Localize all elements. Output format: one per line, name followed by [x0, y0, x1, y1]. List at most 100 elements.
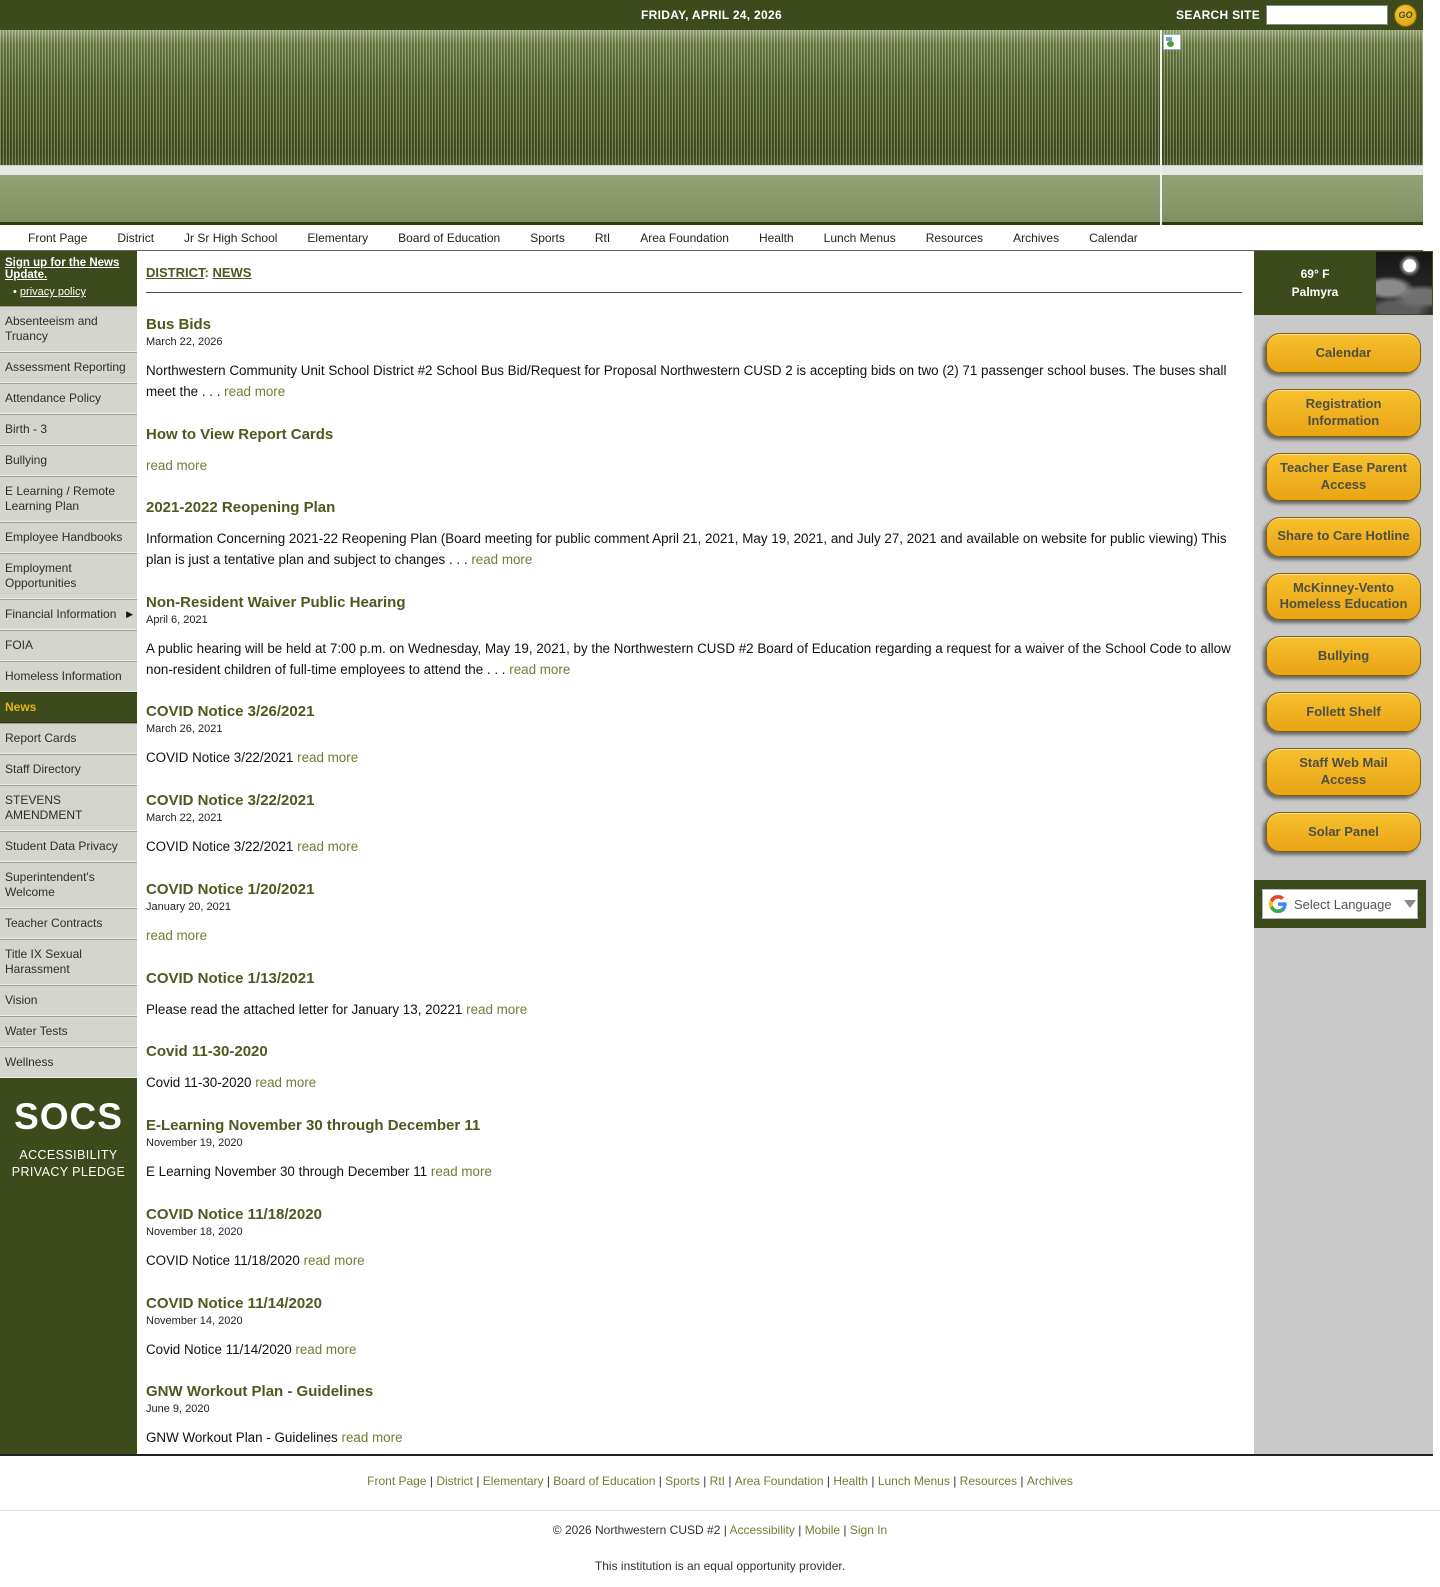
read-more-link[interactable]: read more [297, 839, 358, 854]
search-go-button[interactable]: GO [1394, 3, 1417, 27]
footer-nav-link[interactable]: RtI [710, 1474, 735, 1488]
sidebar-menu-item[interactable]: Staff Directory [0, 754, 137, 785]
nav-item[interactable]: District [117, 231, 154, 245]
read-more-link[interactable]: read more [431, 1164, 492, 1179]
nav-item[interactable]: Jr Sr High School [184, 231, 277, 245]
quick-link-button[interactable]: Solar Panel [1266, 812, 1421, 853]
nav-item[interactable]: Front Page [28, 231, 87, 245]
footer-nav-link[interactable]: Elementary [483, 1474, 554, 1488]
article-body: E Learning November 30 through December … [146, 1162, 1242, 1183]
read-more-link[interactable]: read more [295, 1342, 356, 1357]
footer-nav-link[interactable]: Area Foundation [735, 1474, 834, 1488]
read-more-link[interactable]: read more [146, 458, 207, 473]
sidebar-menu-item[interactable]: Homeless Information [0, 661, 137, 692]
quick-link-button[interactable]: McKinney-Vento Homeless Education [1266, 572, 1421, 621]
sidebar-menu-item[interactable]: Teacher Contracts [0, 908, 137, 939]
article-title[interactable]: COVID Notice 1/13/2021 [146, 970, 1242, 987]
article-title[interactable]: COVID Notice 3/26/2021 [146, 703, 1242, 720]
nav-item[interactable]: Lunch Menus [824, 231, 896, 245]
read-more-link[interactable]: read more [146, 928, 207, 943]
quick-link-button[interactable]: Staff Web Mail Access [1266, 748, 1421, 797]
article-title[interactable]: COVID Notice 3/22/2021 [146, 792, 1242, 809]
sidebar-menu-item[interactable]: Attendance Policy [0, 383, 137, 414]
sidebar-menu-item[interactable]: Report Cards [0, 723, 137, 754]
read-more-link[interactable]: read more [342, 1430, 403, 1445]
sidebar-menu-item[interactable]: Title IX Sexual Harassment [0, 939, 137, 985]
read-more-link[interactable]: read more [255, 1075, 316, 1090]
nav-item[interactable]: Board of Education [398, 231, 500, 245]
socs-footer-link[interactable]: ACCESSIBILITY [0, 1148, 137, 1162]
article-title[interactable]: GNW Workout Plan - Guidelines [146, 1383, 1242, 1400]
footer-nav-link[interactable]: Resources [960, 1474, 1027, 1488]
site-search: SEARCH SITE GO [1176, 0, 1417, 30]
language-select-dropdown[interactable]: Select Language [1262, 889, 1418, 920]
article-title[interactable]: Non-Resident Waiver Public Hearing [146, 594, 1242, 611]
sidebar-menu-item[interactable]: Student Data Privacy [0, 831, 137, 862]
nav-item[interactable]: Health [759, 231, 794, 245]
quick-link-button[interactable]: Calendar [1266, 333, 1421, 373]
sidebar-menu-item[interactable]: Wellness [0, 1047, 137, 1078]
footer-nav-link[interactable]: Front Page [367, 1474, 436, 1488]
privacy-policy-link[interactable]: privacy policy [20, 286, 86, 298]
article-title[interactable]: Covid 11-30-2020 [146, 1043, 1242, 1060]
sidebar-menu-item[interactable]: Assessment Reporting [0, 352, 137, 383]
read-more-link[interactable]: read more [297, 750, 358, 765]
sidebar-menu-item[interactable]: Employee Handbooks [0, 522, 137, 553]
article-title[interactable]: How to View Report Cards [146, 426, 1242, 443]
article-title[interactable]: COVID Notice 1/20/2021 [146, 881, 1242, 898]
socs-footer-link[interactable]: PRIVACY PLEDGE [0, 1165, 137, 1179]
article-title[interactable]: Bus Bids [146, 316, 1242, 333]
nav-item[interactable]: Archives [1013, 231, 1059, 245]
privacy-policy-row: • privacy policy [5, 286, 132, 298]
sidebar-menu-item[interactable]: Absenteeism and Truancy [0, 306, 137, 352]
socs-logo[interactable]: SOCS [0, 1096, 137, 1138]
quick-link-button[interactable]: Registration Information [1266, 389, 1421, 437]
sidebar-menu-item[interactable]: News [0, 692, 137, 723]
footer-nav-link[interactable]: Board of Education [553, 1474, 665, 1488]
sidebar-menu-item[interactable]: Superintendent's Welcome [0, 862, 137, 908]
nav-item[interactable]: Elementary [307, 231, 368, 245]
news-signup-link[interactable]: Sign up for the News Update. [5, 257, 132, 281]
sidebar-menu-item[interactable]: Birth - 3 [0, 414, 137, 445]
article-title[interactable]: COVID Notice 11/18/2020 [146, 1206, 1242, 1223]
quick-link-button[interactable]: Share to Care Hotline [1266, 516, 1421, 557]
nav-item[interactable]: RtI [595, 231, 610, 245]
footer-nav-link[interactable]: Archives [1027, 1474, 1073, 1488]
sidebar-menu-item[interactable]: Financial Information ▶ [0, 599, 137, 630]
article-title[interactable]: 2021-2022 Reopening Plan [146, 499, 1242, 516]
bullet: • [13, 286, 17, 298]
nav-item[interactable]: Area Foundation [640, 231, 729, 245]
breadcrumb-district-link[interactable]: DISTRICT [146, 265, 205, 280]
read-more-link[interactable]: read more [304, 1253, 365, 1268]
footer-nav-link[interactable]: Health [833, 1474, 877, 1488]
sidebar-menu-item[interactable]: Employment Opportunities [0, 553, 137, 599]
accessibility-link[interactable]: Accessibility [730, 1523, 795, 1537]
article-title[interactable]: COVID Notice 11/14/2020 [146, 1295, 1242, 1312]
sign-in-link[interactable]: Sign In [850, 1523, 887, 1537]
nav-item[interactable]: Resources [926, 231, 983, 245]
mobile-link[interactable]: Mobile [805, 1523, 840, 1537]
footer-nav-link[interactable]: District [436, 1474, 482, 1488]
read-more-link[interactable]: read more [509, 662, 570, 677]
sidebar-menu-item[interactable]: E Learning / Remote Learning Plan [0, 476, 137, 522]
sidebar-item-label: Superintendent's Welcome [5, 870, 95, 899]
sidebar-menu-item[interactable]: FOIA [0, 630, 137, 661]
sidebar-menu-item[interactable]: Vision [0, 985, 137, 1016]
article-title[interactable]: E-Learning November 30 through December … [146, 1117, 1242, 1134]
sidebar-menu-item[interactable]: STEVENS AMENDMENT [0, 785, 137, 831]
footer-nav-link[interactable]: Lunch Menus [878, 1474, 960, 1488]
read-more-link[interactable]: read more [471, 552, 532, 567]
breadcrumb-news-link[interactable]: NEWS [212, 265, 251, 280]
nav-item[interactable]: Sports [530, 231, 565, 245]
quick-link-button[interactable]: Bullying [1266, 636, 1421, 677]
footer-nav-link[interactable]: Sports [665, 1474, 709, 1488]
sidebar-menu-item[interactable]: Bullying [0, 445, 137, 476]
banner-divider-line [1160, 30, 1162, 225]
quick-link-button[interactable]: Teacher Ease Parent Access [1266, 452, 1421, 501]
sidebar-menu-item[interactable]: Water Tests [0, 1016, 137, 1047]
read-more-link[interactable]: read more [466, 1002, 527, 1017]
read-more-link[interactable]: read more [224, 384, 285, 399]
search-input[interactable] [1266, 5, 1388, 25]
nav-item[interactable]: Calendar [1089, 231, 1138, 245]
quick-link-button[interactable]: Follett Shelf [1266, 692, 1421, 733]
